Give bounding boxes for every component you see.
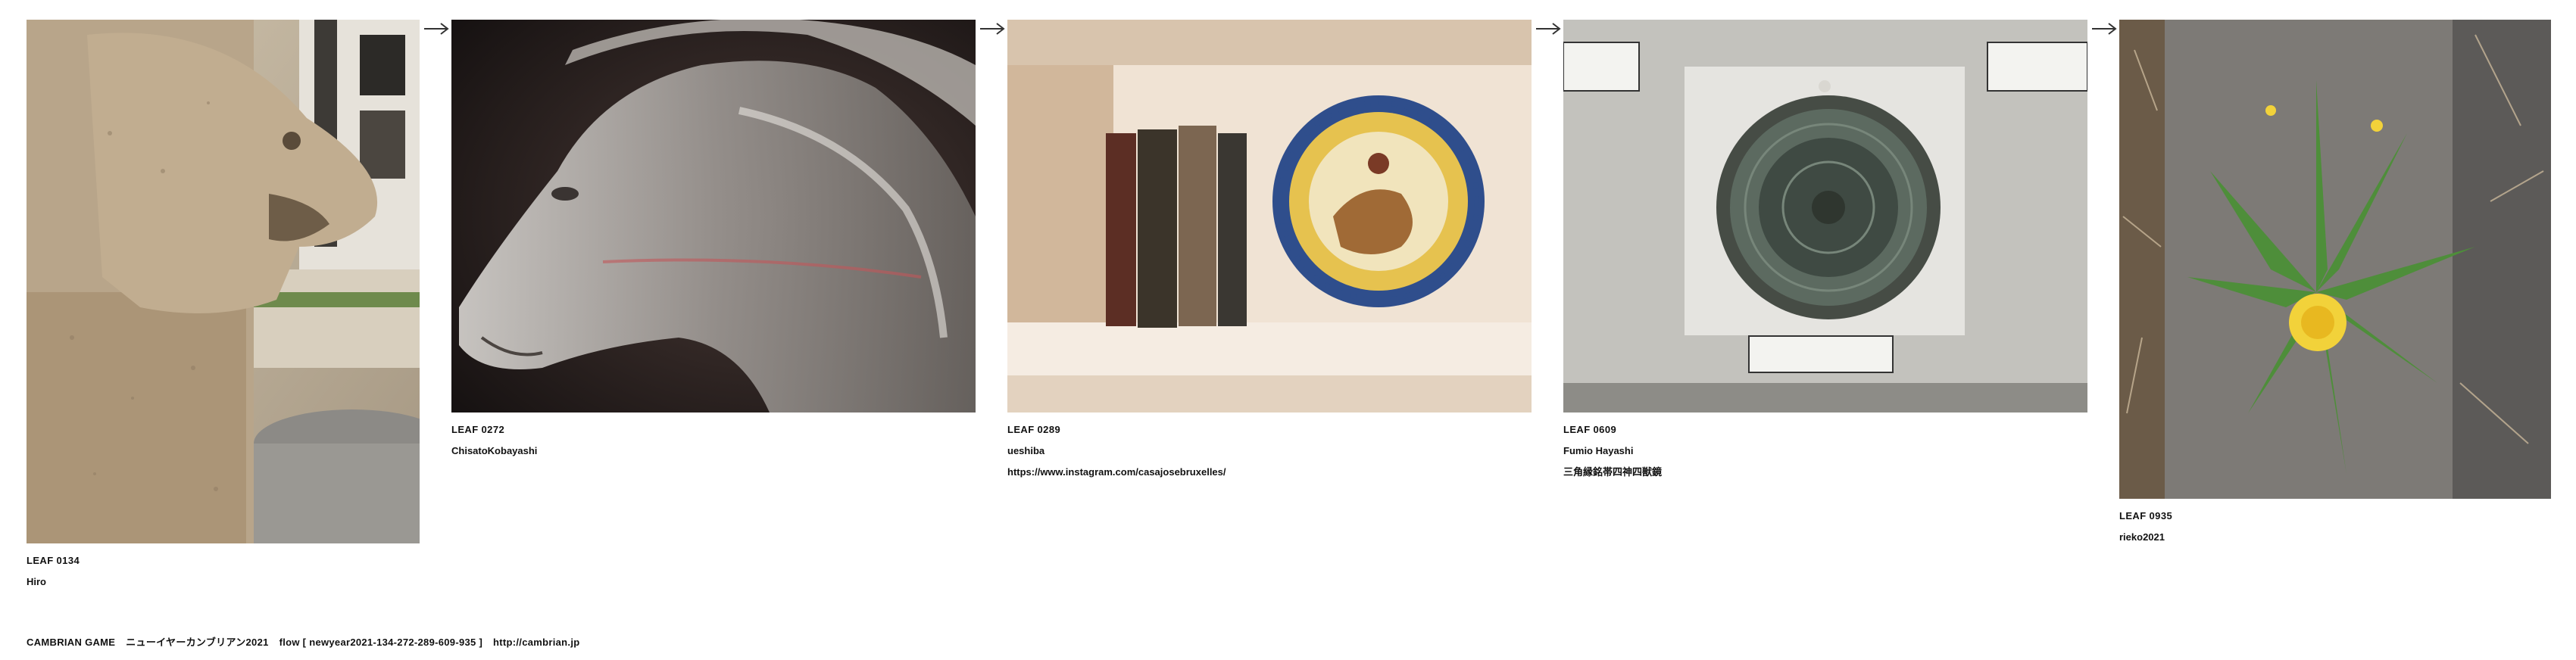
leaf-id: LEAF 0272 (451, 424, 505, 435)
cambrian-flow-page: LEAF 0134 Hiro LEAF 0272 ChisatoKobayash… (0, 0, 2576, 660)
footer-subtitle: ニューイヤーカンブリアン2021 (126, 637, 269, 648)
leaf-card-0289: LEAF 0289 ueshiba https://www.instagram.… (1007, 20, 1532, 479)
leaf-id: LEAF 0134 (27, 555, 80, 566)
leaf-credit: Hiro (27, 576, 46, 587)
leaf-image-0134[interactable] (27, 20, 420, 543)
leaf-image-0609[interactable] (1563, 20, 2087, 412)
right-arrow-icon (979, 20, 1006, 38)
footer-title: CAMBRIAN GAME (27, 637, 116, 648)
leaf-link[interactable]: https://www.instagram.com/casajosebruxel… (1007, 465, 1532, 479)
stone-lion-fountain-photo (27, 20, 420, 543)
leaf-card-0134: LEAF 0134 Hiro (27, 20, 420, 589)
dandelion-on-pavement-photo (2119, 20, 2551, 499)
footer-url-link[interactable]: http://cambrian.jp (493, 637, 579, 648)
footer-flow: flow [ newyear2021-134-272-289-609-935 ] (279, 637, 483, 648)
leaf-id: LEAF 0609 (1563, 424, 1617, 435)
leaf-credit: Fumio Hayashi (1563, 445, 1634, 456)
leaf-image-0289[interactable] (1007, 20, 1532, 412)
books-and-plate-shelf-photo (1007, 20, 1532, 412)
leaf-card-0272: LEAF 0272 ChisatoKobayashi (451, 20, 976, 458)
leaf-credit: ChisatoKobayashi (451, 445, 538, 456)
right-arrow-icon (1535, 20, 1562, 38)
leaf-image-0935[interactable] (2119, 20, 2551, 499)
leaf-image-0272[interactable] (451, 20, 976, 412)
glass-horse-head-photo (451, 20, 976, 412)
leaf-card-0609: LEAF 0609 Fumio Hayashi 三角縁銘帯四神四獣鏡 (1563, 20, 2087, 479)
right-arrow-icon (2090, 20, 2118, 38)
leaf-credit: rieko2021 (2119, 531, 2165, 543)
leaf-id: LEAF 0289 (1007, 424, 1061, 435)
leaf-caption: 三角縁銘帯四神四獣鏡 (1563, 466, 1663, 478)
leaf-id: LEAF 0935 (2119, 510, 2173, 521)
footer: CAMBRIAN GAME ニューイヤーカンブリアン2021 flow [ ne… (27, 634, 580, 649)
leaf-card-0935: LEAF 0935 rieko2021 (2119, 20, 2551, 544)
bronze-mirror-museum-photo (1563, 20, 2087, 412)
right-arrow-icon (423, 20, 450, 38)
leaf-credit: ueshiba (1007, 445, 1045, 456)
